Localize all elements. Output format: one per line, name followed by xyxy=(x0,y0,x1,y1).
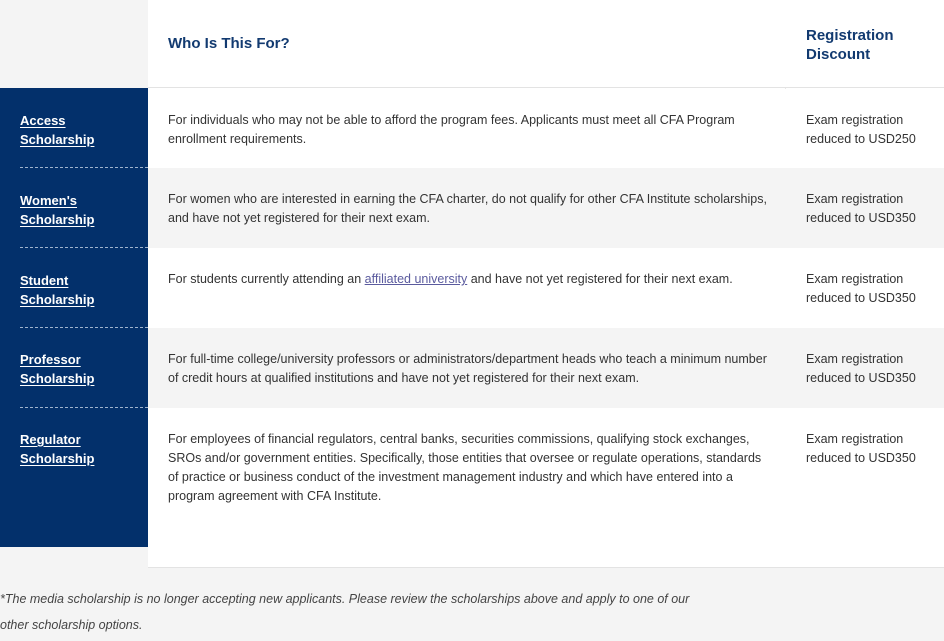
table-bottom-border xyxy=(148,567,944,568)
sidebar-link-access-scholarship[interactable]: Access Scholarship xyxy=(20,113,94,147)
table-row: For women who are interested in earning … xyxy=(148,168,944,248)
row-discount: Exam registration reduced to USD350 xyxy=(806,432,916,465)
table-row: For individuals who may not be able to a… xyxy=(148,89,944,168)
sidebar-item-student-scholarship[interactable]: Student Scholarship xyxy=(0,271,148,309)
row-description-text: For individuals who may not be able to a… xyxy=(168,113,735,146)
sidebar-separator-4 xyxy=(20,407,148,408)
row-description-text: For full-time college/university profess… xyxy=(168,352,767,385)
scholarship-table: Access Scholarship Women's Scholarship S… xyxy=(0,0,944,568)
row-discount: Exam registration reduced to USD350 xyxy=(806,352,916,385)
table-row: For students currently attending an affi… xyxy=(148,248,944,328)
scholarship-name-column-footer xyxy=(0,547,148,568)
table-content-columns: Who Is This For? Registration Discount F… xyxy=(148,0,944,568)
sidebar-item-womens-scholarship[interactable]: Women's Scholarship xyxy=(0,191,148,229)
row-discount: Exam registration reduced to USD350 xyxy=(806,192,916,225)
row-description: For students currently attending an affi… xyxy=(168,270,774,289)
row-description: For full-time college/university profess… xyxy=(168,350,774,388)
row-description-text: For women who are interested in earning … xyxy=(168,192,767,225)
scholarship-name-column-body: Access Scholarship Women's Scholarship S… xyxy=(0,88,148,547)
sidebar-item-professor-scholarship[interactable]: Professor Scholarship xyxy=(0,350,148,388)
row-description: For individuals who may not be able to a… xyxy=(168,111,774,149)
sidebar-link-regulator-scholarship[interactable]: Regulator Scholarship xyxy=(20,432,94,466)
table-row: For employees of financial regulators, c… xyxy=(148,408,944,567)
row-description: For women who are interested in earning … xyxy=(168,190,774,228)
sidebar-separator-1 xyxy=(20,167,148,168)
footnote-media-scholarship: *The media scholarship is no longer acce… xyxy=(0,592,690,632)
column-header-registration-discount: Registration Discount xyxy=(806,27,894,63)
sidebar-separator-2 xyxy=(20,247,148,248)
scholarships-comparison-page: Access Scholarship Women's Scholarship S… xyxy=(0,0,944,641)
column-header-who-is-this-for: Who Is This For? xyxy=(168,35,290,52)
sidebar-link-womens-scholarship[interactable]: Women's Scholarship xyxy=(20,193,94,227)
table-row: For full-time college/university profess… xyxy=(148,328,944,408)
sidebar-item-access-scholarship[interactable]: Access Scholarship xyxy=(0,111,148,149)
scholarship-name-column: Access Scholarship Women's Scholarship S… xyxy=(0,0,148,568)
row-discount: Exam registration reduced to USD350 xyxy=(806,272,916,305)
affiliated-university-link[interactable]: affiliated university xyxy=(365,272,468,286)
sidebar-link-professor-scholarship[interactable]: Professor Scholarship xyxy=(20,352,94,386)
row-description-text-tail: and have not yet registered for their ne… xyxy=(467,272,733,286)
row-description-text: For students currently attending an xyxy=(168,272,365,286)
sidebar-item-regulator-scholarship[interactable]: Regulator Scholarship xyxy=(0,430,148,468)
row-description: For employees of financial regulators, c… xyxy=(168,430,774,506)
sidebar-link-student-scholarship[interactable]: Student Scholarship xyxy=(20,273,94,307)
row-description-text: For employees of financial regulators, c… xyxy=(168,432,762,503)
sidebar-separator-3 xyxy=(20,327,148,328)
row-discount: Exam registration reduced to USD250 xyxy=(806,113,916,146)
table-header-row: Who Is This For? Registration Discount xyxy=(148,0,944,88)
scholarship-name-column-header xyxy=(0,0,148,88)
